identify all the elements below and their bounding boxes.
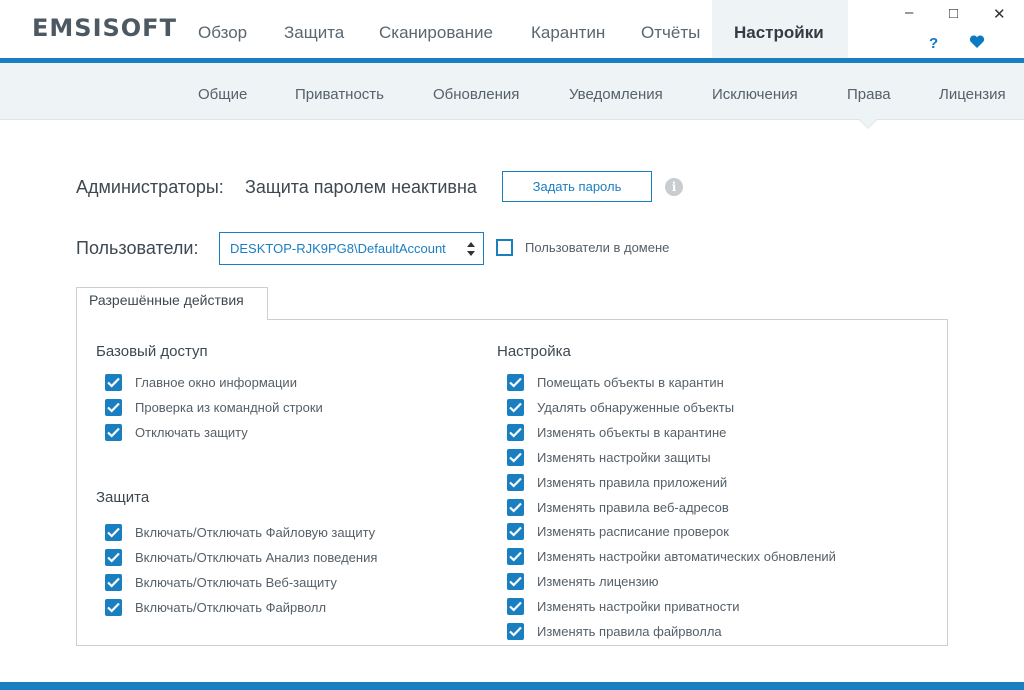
settings-item-label: Изменять лицензию: [537, 574, 659, 590]
subnav-general[interactable]: Общие: [198, 63, 247, 120]
basic-access-item-label: Проверка из командной строки: [135, 400, 323, 415]
checkbox-checked-icon[interactable]: [507, 473, 524, 491]
nav-overview[interactable]: Обзор: [198, 0, 247, 62]
help-icon[interactable]: ?: [929, 35, 938, 52]
active-subnav-pointer: [859, 119, 877, 128]
checkbox-checked-icon[interactable]: [507, 448, 524, 466]
checkbox-checked-icon[interactable]: [507, 398, 524, 416]
nav-quarantine[interactable]: Карантин: [531, 0, 605, 62]
info-icon[interactable]: i: [665, 178, 683, 196]
checkbox-checked-icon[interactable]: [507, 573, 524, 591]
settings-item-label: Помещать объекты в карантин: [537, 375, 724, 390]
subnav-privacy[interactable]: Приватность: [295, 63, 384, 120]
emsisoft-logo: EMSISOFT: [32, 14, 177, 42]
checkbox-checked-icon[interactable]: [507, 374, 524, 391]
domain-users-checkbox[interactable]: [496, 239, 513, 256]
checkbox-checked-icon[interactable]: [105, 574, 122, 591]
checkbox-checked-icon[interactable]: [507, 623, 524, 640]
settings-item-label: Изменять объекты в карантине: [537, 424, 727, 440]
protection-item-label: Включать/Отключать Файрволл: [135, 600, 327, 615]
subnav-permissions[interactable]: Права: [847, 63, 891, 120]
settings-title: Настройка: [497, 343, 571, 360]
checkbox-checked-icon[interactable]: [105, 524, 122, 541]
settings-item-label: Изменять настройки автоматических обновл…: [537, 549, 836, 565]
maximize-button[interactable]: □: [949, 5, 958, 22]
checkbox-checked-icon[interactable]: [105, 399, 122, 416]
checkbox-checked-icon[interactable]: [507, 423, 524, 441]
subnav-exclusions[interactable]: Исключения: [712, 63, 798, 120]
settings-item-label: Изменять правила файрволла: [537, 624, 722, 639]
users-label: Пользователи:: [76, 238, 199, 258]
settings-item-label: Удалять обнаруженные объекты: [537, 399, 735, 415]
basic-access-item-label: Главное окно информации: [135, 375, 297, 390]
admins-status: Защита паролем неактивна: [245, 177, 477, 197]
set-password-button[interactable]: Задать пароль: [502, 171, 652, 202]
settings-item-label: Изменять правила приложений: [537, 474, 728, 490]
checkbox-checked-icon[interactable]: [105, 549, 122, 566]
tab-allowed-actions[interactable]: Разрешённые действия: [76, 287, 268, 320]
nav-reports[interactable]: Отчёты: [641, 0, 700, 62]
domain-users-label: Пользователи в домене: [525, 240, 670, 255]
title-bar: EMSISOFT Обзор Защита Сканирование Каран…: [0, 0, 1024, 62]
settings-item-label: Изменять расписание проверок: [537, 524, 729, 540]
checkbox-checked-icon[interactable]: [105, 374, 122, 391]
settings-item-label: Изменять настройки защиты: [537, 449, 711, 465]
checkbox-checked-icon[interactable]: [507, 598, 524, 616]
settings-subnav: Общие Приватность Обновления Уведомления…: [0, 63, 1024, 120]
users-select[interactable]: DESKTOP-RJK9PG8\DefaultAccount: [219, 232, 484, 265]
checkbox-checked-icon[interactable]: [507, 523, 524, 541]
checkbox-checked-icon[interactable]: [105, 599, 122, 616]
protection-item-label: Включать/Отключать Анализ поведения: [135, 550, 378, 565]
basic-access-item-label: Отключать защиту: [135, 425, 248, 440]
subnav-license[interactable]: Лицензия: [939, 63, 1006, 120]
basic-access-title: Базовый доступ: [96, 343, 208, 360]
protection-title: Защита: [96, 489, 150, 506]
users-select-value: DESKTOP-RJK9PG8\DefaultAccount: [230, 241, 446, 256]
checkbox-checked-icon[interactable]: [105, 424, 122, 441]
subnav-notifications[interactable]: Уведомления: [569, 63, 663, 120]
heart-icon[interactable]: [969, 35, 985, 53]
protection-item-label: Включать/Отключать Веб-защиту: [135, 575, 337, 590]
checkbox-checked-icon[interactable]: [507, 498, 524, 516]
minimize-button[interactable]: –: [905, 4, 913, 21]
subnav-updates[interactable]: Обновления: [433, 63, 519, 120]
admins-label: Администраторы:: [76, 177, 224, 197]
settings-item-label: Изменять настройки приватности: [537, 599, 740, 615]
settings-item-label: Изменять правила веб-адресов: [537, 499, 729, 515]
footer-accent-bar: [0, 682, 1024, 690]
checkbox-checked-icon[interactable]: [507, 548, 524, 566]
nav-protection[interactable]: Защита: [284, 0, 344, 62]
close-button[interactable]: ✕: [993, 5, 1006, 23]
protection-item-label: Включать/Отключать Файловую защиту: [135, 525, 376, 540]
nav-scan[interactable]: Сканирование: [379, 0, 493, 62]
nav-settings[interactable]: Настройки: [712, 0, 848, 62]
